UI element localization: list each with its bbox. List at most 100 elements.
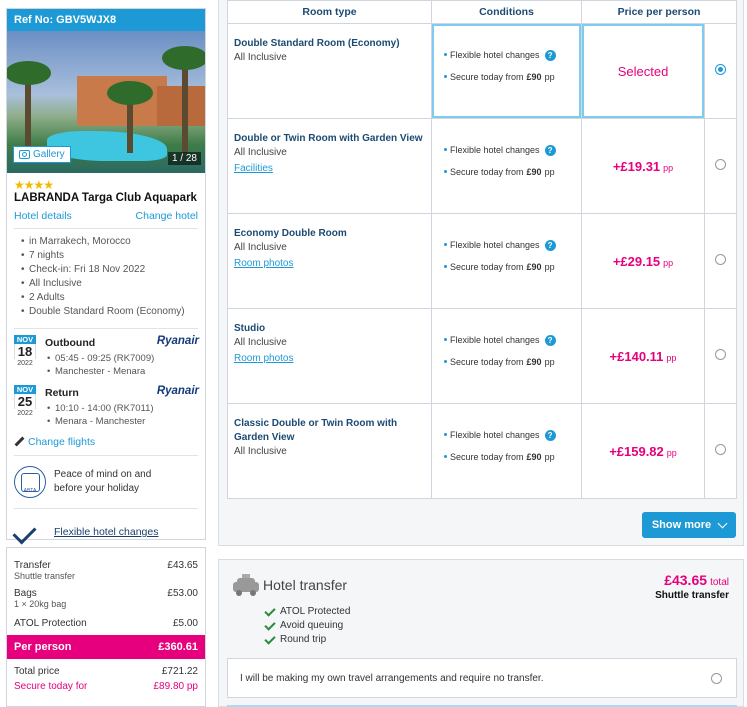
- change-flights-button[interactable]: Change flights: [7, 435, 205, 449]
- info-icon[interactable]: ?: [544, 239, 556, 251]
- flight-route: Menara - Manchester: [47, 415, 154, 428]
- condition-secure: Secure today from £90 pp: [444, 351, 581, 373]
- detail-room: Double Standard Room (Economy): [21, 305, 198, 319]
- room-row[interactable]: Classic Double or Twin Room with Garden …: [227, 403, 737, 499]
- transfer-total-suffix: total: [710, 577, 729, 588]
- room-board: All Inclusive: [234, 147, 287, 158]
- detail-checkin: Check-in: Fri 18 Nov 2022: [21, 263, 198, 277]
- room-name: Double or Twin Room with Garden View: [234, 133, 423, 144]
- total-value: £721.22: [161, 666, 198, 677]
- price-cell: +£29.15 pp: [581, 213, 705, 309]
- outbound-title: Outbound: [45, 337, 96, 349]
- conditions-cell: Flexible hotel changes? Secure today from…: [431, 213, 582, 309]
- feature-queuing: Avoid queuing: [280, 620, 344, 631]
- change-flights-label: Change flights: [28, 436, 96, 448]
- room-info-link[interactable]: Room photos: [228, 255, 431, 269]
- room-select-radio[interactable]: [715, 159, 726, 170]
- room-row[interactable]: Double or Twin Room with Garden View All …: [227, 118, 737, 214]
- transfer-value: £43.65: [167, 560, 198, 571]
- room-type-cell: Classic Double or Twin Room with Garden …: [227, 403, 432, 499]
- change-hotel-link[interactable]: Change hotel: [136, 210, 198, 222]
- hotel-transfer-panel: Hotel transfer £43.65 total Shuttle tran…: [218, 559, 744, 707]
- room-board: All Inclusive: [234, 337, 287, 348]
- transfer-type: Shuttle transfer: [655, 590, 729, 601]
- transfer-title: Hotel transfer: [263, 577, 348, 593]
- divider: [14, 508, 198, 509]
- room-type-cell: Double Standard Room (Economy) All Inclus…: [227, 23, 432, 119]
- header-room-type: Room type: [227, 0, 432, 24]
- airline-logo: Ryanair: [156, 335, 199, 347]
- star-rating: ★★★★: [14, 178, 54, 192]
- gallery-button[interactable]: Gallery: [13, 146, 71, 163]
- condition-secure: Secure today from £90 pp: [444, 66, 581, 88]
- room-price: Selected: [617, 63, 669, 79]
- no-transfer-radio[interactable]: [711, 672, 722, 684]
- price-cell: +£19.31 pp: [581, 118, 705, 214]
- no-transfer-option[interactable]: I will be making my own travel arrangeme…: [227, 658, 737, 698]
- room-board: All Inclusive: [234, 242, 287, 253]
- room-type-cell: Double or Twin Room with Garden View All …: [227, 118, 432, 214]
- select-cell: [704, 308, 737, 404]
- info-icon[interactable]: ?: [544, 49, 556, 61]
- condition-secure: Secure today from £90 pp: [444, 446, 581, 468]
- room-row[interactable]: Economy Double Room All Inclusive Room pho…: [227, 213, 737, 309]
- per-person-suffix: pp: [663, 257, 674, 268]
- flight-times: 05:45 - 09:25 (RK7009): [47, 352, 154, 365]
- room-row[interactable]: Studio All Inclusive Room photos Flexible h…: [227, 308, 737, 404]
- rooms-table: Room type Conditions Price per person Do…: [227, 0, 737, 499]
- room-type-cell: Studio All Inclusive Room photos: [227, 308, 432, 404]
- per-person-suffix: pp: [663, 162, 674, 173]
- atol-label: ATOL Protection: [14, 618, 87, 629]
- flight-route: Manchester - Menara: [47, 365, 154, 378]
- room-select-radio[interactable]: [715, 254, 726, 265]
- room-board: All Inclusive: [234, 446, 287, 457]
- room-select-radio[interactable]: [715, 349, 726, 360]
- room-info-link[interactable]: Room photos: [228, 350, 431, 364]
- info-icon[interactable]: ?: [544, 334, 556, 346]
- room-price: +£140.11: [609, 348, 664, 364]
- hotel-details-link[interactable]: Hotel details: [14, 210, 72, 222]
- price-cell: Selected: [581, 23, 705, 119]
- conditions-cell: Flexible hotel changes? Secure today from…: [431, 23, 582, 119]
- divider: [14, 328, 198, 329]
- camera-icon: [19, 150, 30, 159]
- price-summary: Transfer £43.65 Shuttle transfer Bags £53.…: [6, 547, 206, 707]
- room-name: Classic Double or Twin Room with Garden …: [234, 418, 398, 443]
- transfer-price: £43.65 total Shuttle transfer: [655, 572, 729, 601]
- image-counter: 1 / 28: [167, 152, 201, 165]
- condition-secure: Secure today from £90 pp: [444, 161, 581, 183]
- select-cell: [704, 213, 737, 309]
- room-select-radio[interactable]: [715, 444, 726, 455]
- check-icon: [264, 618, 276, 631]
- pencil-icon: [14, 437, 24, 447]
- feature-atol: ATOL Protected: [280, 606, 351, 617]
- flexible-changes-link[interactable]: Flexible hotel changes: [54, 526, 158, 538]
- flexible-changes: Flexible hotel changes: [7, 515, 205, 549]
- bags-sub: 1 × 20kg bag: [14, 599, 67, 609]
- price-cell: +£159.82 pp: [581, 403, 705, 499]
- bags-label: Bags: [14, 588, 37, 599]
- gallery-label: Gallery: [33, 149, 65, 160]
- info-icon[interactable]: ?: [544, 144, 556, 156]
- room-name: Economy Double Room: [234, 228, 347, 239]
- hotel-image[interactable]: Gallery 1 / 28: [7, 31, 205, 173]
- transfer-label: Transfer: [14, 560, 51, 571]
- checkmark-icon: [14, 522, 40, 542]
- detail-board: All Inclusive: [21, 277, 198, 291]
- room-row[interactable]: Double Standard Room (Economy) All Inclus…: [227, 23, 737, 119]
- room-type-cell: Economy Double Room All Inclusive Room pho…: [227, 213, 432, 309]
- room-price: +£159.82: [609, 443, 664, 459]
- room-name: Studio: [234, 323, 266, 334]
- conditions-cell: Flexible hotel changes? Secure today from…: [431, 118, 582, 214]
- select-cell: [704, 23, 737, 119]
- transfer-amount: £43.65: [664, 572, 708, 588]
- room-info-link[interactable]: Facilities: [228, 160, 431, 174]
- select-cell: [704, 118, 737, 214]
- per-person-label: Per person: [14, 641, 72, 653]
- show-more-button[interactable]: Show more: [642, 512, 736, 538]
- abta-badge-icon: [14, 466, 46, 498]
- room-select-radio[interactable]: [715, 64, 726, 75]
- calendar-icon: NOV 25 2022: [14, 385, 36, 418]
- chevron-down-icon: [717, 518, 728, 528]
- info-icon[interactable]: ?: [544, 429, 556, 441]
